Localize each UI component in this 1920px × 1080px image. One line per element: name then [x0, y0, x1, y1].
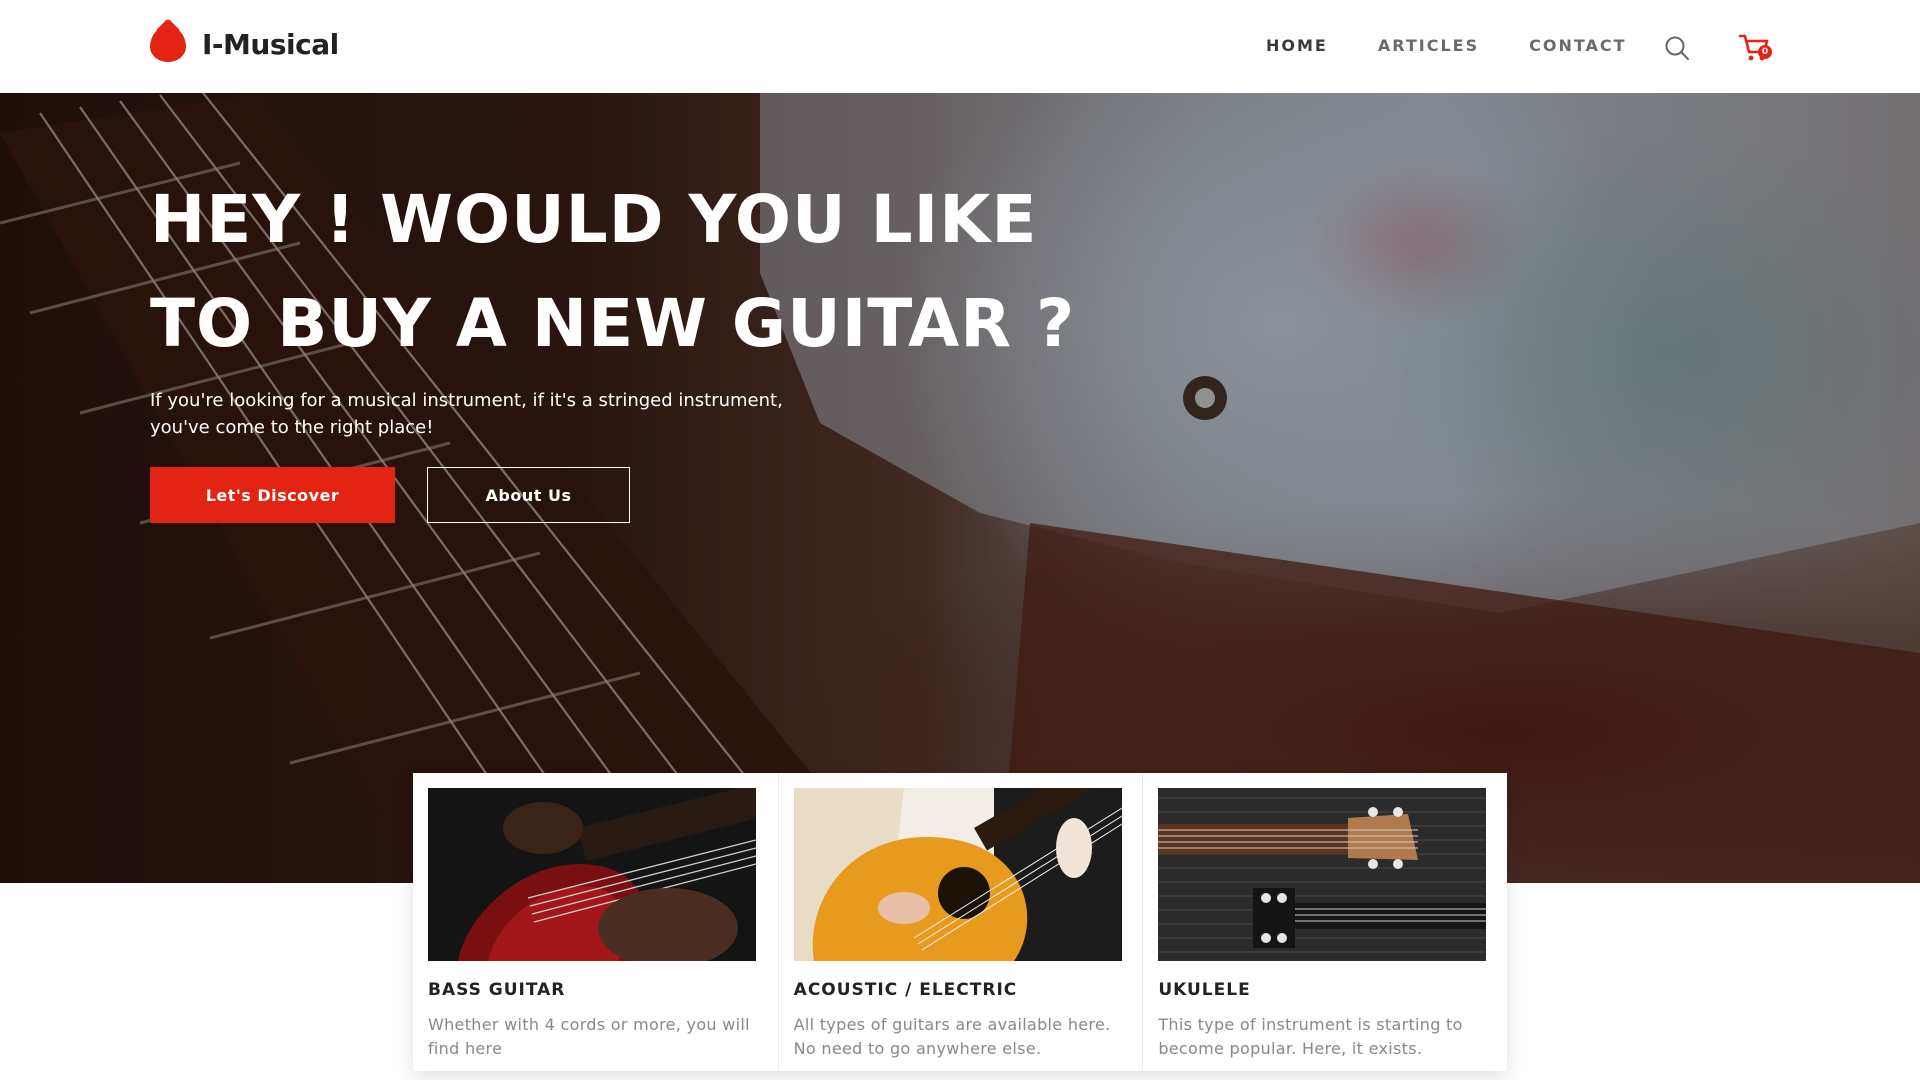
- card-ukulele[interactable]: UKULELE This type of instrument is start…: [1142, 773, 1507, 1071]
- ukulele-image: [1158, 788, 1487, 961]
- card-title: UKULELE: [1158, 980, 1251, 1000]
- card-acoustic-electric[interactable]: ACOUSTIC / ELECTRIC All types of guitars…: [777, 748, 1143, 1071]
- bass-guitar-image: [428, 782, 771, 968]
- card-title: ACOUSTIC / ELECTRIC: [793, 980, 1018, 1000]
- hero-subtitle: If you're looking for a musical instrume…: [150, 390, 783, 438]
- cart-count-badge: 0: [1758, 45, 1772, 59]
- nav-home[interactable]: HOME: [1266, 36, 1328, 55]
- card-description: This type of instrument is starting to b…: [1158, 1015, 1463, 1058]
- search-icon[interactable]: [1663, 34, 1691, 62]
- hero-title-line2: TO BUY A NEW GUITAR ?: [150, 285, 1076, 362]
- brand-logo[interactable]: I-Musical: [150, 26, 339, 62]
- site-header: I-Musical HOME ARTICLES CONTACT 0: [0, 0, 1920, 93]
- logo-icon: [150, 26, 186, 62]
- nav-articles[interactable]: ARTICLES: [1378, 36, 1479, 55]
- about-us-button[interactable]: About Us: [427, 467, 630, 523]
- main-nav: HOME ARTICLES CONTACT: [1266, 36, 1677, 55]
- card-title: BASS GUITAR: [428, 980, 566, 1000]
- acoustic-guitar-image: [793, 748, 1126, 961]
- card-bass-guitar[interactable]: BASS GUITAR Whether with 4 cords or more…: [413, 773, 778, 1071]
- nav-contact[interactable]: CONTACT: [1529, 36, 1626, 55]
- hero-title: HEY ! WOULD YOU LIKE TO BUY A NEW GUITAR…: [150, 168, 1075, 376]
- hero-title-line1: HEY ! WOULD YOU LIKE: [150, 181, 1038, 258]
- lets-discover-button[interactable]: Let's Discover: [150, 467, 395, 523]
- card-description: All types of guitars are available here.…: [793, 1015, 1111, 1058]
- card-description: Whether with 4 cords or more, you will f…: [428, 1015, 750, 1058]
- category-cards: BASS GUITAR Whether with 4 cords or more…: [413, 748, 1507, 1071]
- brand-name: I-Musical: [202, 27, 339, 61]
